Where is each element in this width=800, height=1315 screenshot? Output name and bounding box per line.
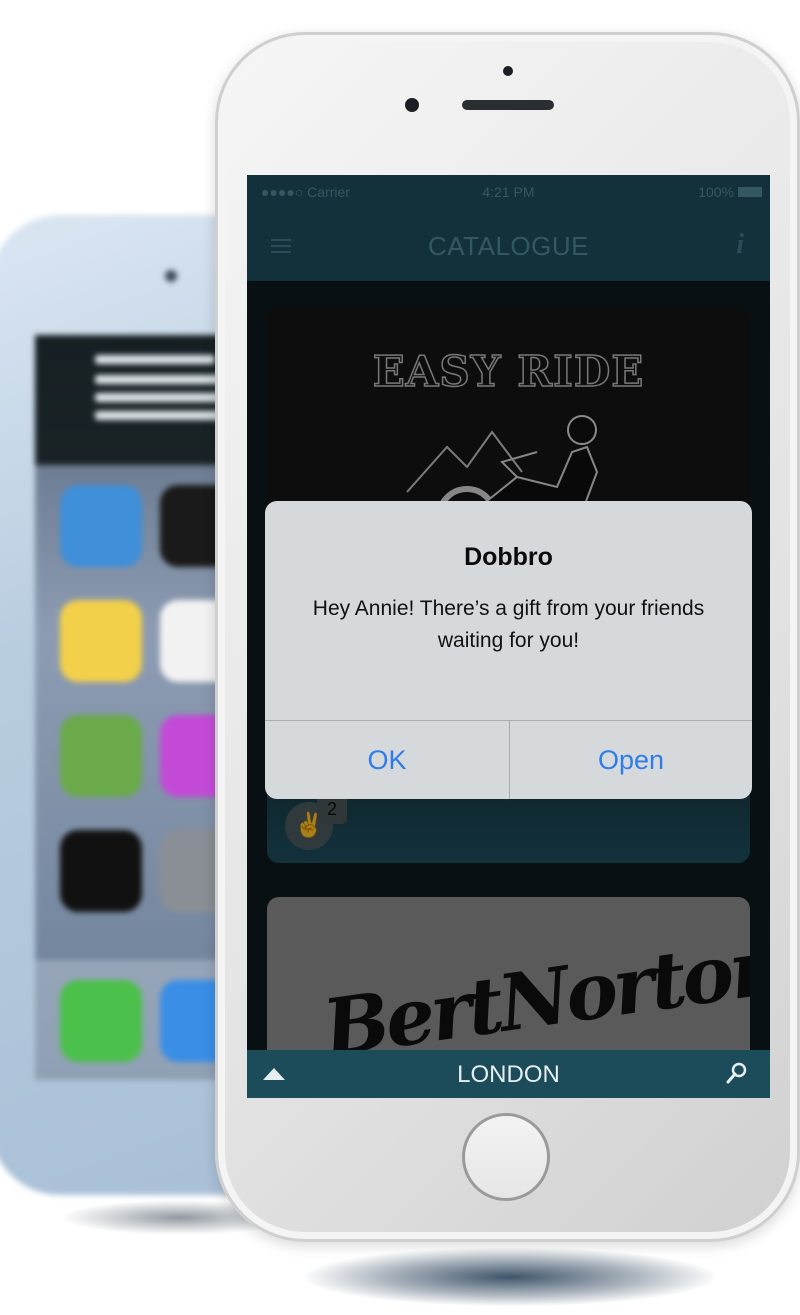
phone-screen: ●●●●○ Carrier 4:21 PM 100% CATALOGUE i E… xyxy=(247,175,770,1098)
front-camera xyxy=(405,98,419,112)
open-button[interactable]: Open xyxy=(510,721,752,799)
background-phone-app-icon xyxy=(60,980,142,1062)
alert-title: Dobbro xyxy=(464,543,553,571)
city-label[interactable]: LONDON xyxy=(247,1061,770,1089)
earpiece-speaker xyxy=(462,100,554,110)
bottom-bar: LONDON xyxy=(247,1050,770,1098)
proximity-sensor xyxy=(503,66,513,76)
background-notes-app-icon xyxy=(60,600,142,682)
alert-dialog: Dobbro Hey Annie! There’s a gift from yo… xyxy=(265,501,752,799)
background-maps-app-icon xyxy=(60,715,142,797)
ok-button[interactable]: OK xyxy=(265,721,509,799)
alert-message: Hey Annie! There’s a gift from your frie… xyxy=(312,597,705,652)
search-icon[interactable] xyxy=(726,1062,748,1084)
background-phone-camera xyxy=(165,270,177,282)
background-game-app-icon xyxy=(60,830,142,912)
home-button[interactable] xyxy=(462,1113,550,1201)
background-weather-app-icon xyxy=(60,485,142,567)
phone-shadow xyxy=(305,1248,715,1306)
